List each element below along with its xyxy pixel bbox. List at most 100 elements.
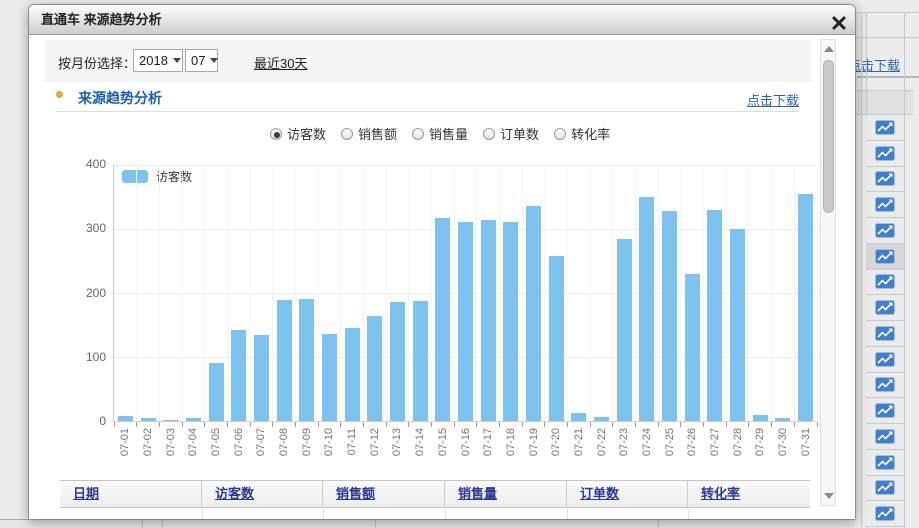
trend-analysis-dialog: 直通车 来源趋势分析 按月份选择： 2018 07 最近30天 来源趋势分析 点…	[28, 4, 856, 519]
bar-07-11[interactable]	[345, 328, 360, 421]
bar-07-02[interactable]	[141, 418, 156, 421]
bar-07-03[interactable]	[163, 420, 178, 421]
bar-07-19[interactable]	[526, 206, 541, 421]
trend-chart-icon[interactable]	[875, 171, 895, 186]
radio-icon[interactable]	[554, 128, 566, 140]
bar-07-09[interactable]	[299, 299, 314, 421]
v-gridline	[567, 165, 568, 422]
table-header-link[interactable]: 日期	[73, 486, 99, 501]
radio-icon[interactable]	[412, 128, 424, 140]
bar-07-25[interactable]	[662, 211, 677, 421]
x-axis-tick	[635, 422, 636, 427]
table-header-link[interactable]: 订单数	[580, 486, 619, 501]
bar-07-12[interactable]	[367, 316, 382, 421]
bar-07-08[interactable]	[277, 300, 292, 421]
trend-chart-icon[interactable]	[875, 223, 895, 238]
table-header-link[interactable]: 访客数	[215, 486, 254, 501]
y-axis-label: 0	[64, 414, 106, 428]
bar-07-26[interactable]	[685, 274, 700, 421]
x-axis-tick	[748, 422, 749, 427]
bar-07-21[interactable]	[571, 413, 586, 421]
table-header-订单数[interactable]: 订单数	[567, 481, 688, 507]
trend-chart-icon[interactable]	[875, 403, 895, 418]
scrollbar-thumb[interactable]	[823, 60, 834, 213]
table-header-link[interactable]: 销售额	[336, 486, 375, 501]
trend-chart-icon[interactable]	[875, 429, 895, 444]
metric-radio-访客数[interactable]: 访客数	[270, 124, 326, 143]
recent-30-days-link[interactable]: 最近30天	[254, 53, 307, 72]
metric-radio-订单数[interactable]: 订单数	[483, 124, 539, 143]
trend-chart-icon[interactable]	[875, 326, 895, 341]
radio-icon[interactable]	[270, 128, 282, 140]
x-axis-label: 07-18	[505, 428, 517, 468]
metric-radio-销售量[interactable]: 销售量	[412, 124, 468, 143]
table-header-销售量[interactable]: 销售量	[445, 481, 567, 507]
month-select-value: 07	[191, 53, 205, 68]
bar-07-17[interactable]	[481, 220, 496, 421]
scroll-down-icon[interactable]	[824, 493, 834, 499]
bar-07-10[interactable]	[322, 334, 337, 421]
trend-chart-icon[interactable]	[875, 274, 895, 289]
trend-chart-icon[interactable]	[875, 377, 895, 392]
scroll-up-icon[interactable]	[824, 46, 834, 52]
table-header-link[interactable]: 销售量	[458, 486, 497, 501]
year-select[interactable]: 2018	[133, 49, 183, 72]
trend-chart-icon[interactable]	[875, 120, 895, 135]
bar-07-20[interactable]	[549, 256, 564, 421]
table-header-访客数[interactable]: 访客数	[202, 481, 323, 507]
bar-07-18[interactable]	[503, 222, 518, 421]
trend-chart-icon[interactable]	[875, 300, 895, 315]
bar-07-29[interactable]	[753, 415, 768, 421]
bar-07-27[interactable]	[707, 210, 722, 421]
bar-07-06[interactable]	[231, 330, 246, 421]
trend-chart-icon[interactable]	[875, 506, 895, 521]
trend-chart-icon[interactable]	[875, 455, 895, 470]
bar-07-04[interactable]	[186, 418, 201, 421]
x-axis-tick	[136, 422, 137, 427]
v-gridline	[318, 165, 319, 422]
bar-07-28[interactable]	[730, 229, 745, 421]
table-header-日期[interactable]: 日期	[60, 481, 202, 507]
trend-chart-icon[interactable]	[875, 249, 895, 264]
trend-chart-icon[interactable]	[875, 197, 895, 212]
x-axis-tick	[318, 422, 319, 427]
section-divider	[56, 111, 799, 112]
radio-icon[interactable]	[341, 128, 353, 140]
v-gridline	[771, 165, 772, 422]
bar-07-23[interactable]	[617, 239, 632, 421]
bar-07-15[interactable]	[435, 218, 450, 421]
h-gridline	[114, 165, 817, 166]
table-header-销售额[interactable]: 销售额	[323, 481, 445, 507]
chevron-down-icon	[173, 58, 181, 63]
bar-07-13[interactable]	[390, 302, 405, 421]
metric-radio-转化率[interactable]: 转化率	[554, 124, 610, 143]
bar-07-01[interactable]	[118, 416, 133, 421]
month-select[interactable]: 07	[185, 49, 218, 72]
bar-07-22[interactable]	[594, 417, 609, 421]
background-table-row	[866, 398, 904, 424]
trend-chart-icon[interactable]	[875, 146, 895, 161]
x-axis-tick	[567, 422, 568, 427]
x-axis-tick	[522, 422, 523, 427]
v-gridline	[340, 165, 341, 422]
bar-07-05[interactable]	[209, 363, 224, 421]
table-header-转化率[interactable]: 转化率	[688, 481, 810, 507]
bar-07-24[interactable]	[639, 197, 654, 421]
bar-07-16[interactable]	[458, 222, 473, 421]
bar-07-07[interactable]	[254, 335, 269, 421]
detail-table-partial-row	[60, 509, 810, 519]
trend-chart-icon[interactable]	[875, 352, 895, 367]
dialog-scrollbar[interactable]	[820, 39, 836, 506]
dialog-titlebar[interactable]: 直通车 来源趋势分析	[29, 5, 855, 35]
y-axis-label: 100	[64, 350, 106, 364]
table-header-link[interactable]: 转化率	[701, 486, 740, 501]
metric-radio-销售额[interactable]: 销售额	[341, 124, 397, 143]
close-icon[interactable]	[831, 12, 847, 28]
bar-07-14[interactable]	[413, 301, 428, 421]
bar-07-30[interactable]	[775, 418, 790, 421]
download-link[interactable]: 点击下载	[747, 90, 799, 109]
bar-07-31[interactable]	[798, 194, 813, 421]
trend-chart-icon[interactable]	[875, 480, 895, 495]
radio-icon[interactable]	[483, 128, 495, 140]
dialog-title: 直通车 来源趋势分析	[41, 12, 162, 27]
